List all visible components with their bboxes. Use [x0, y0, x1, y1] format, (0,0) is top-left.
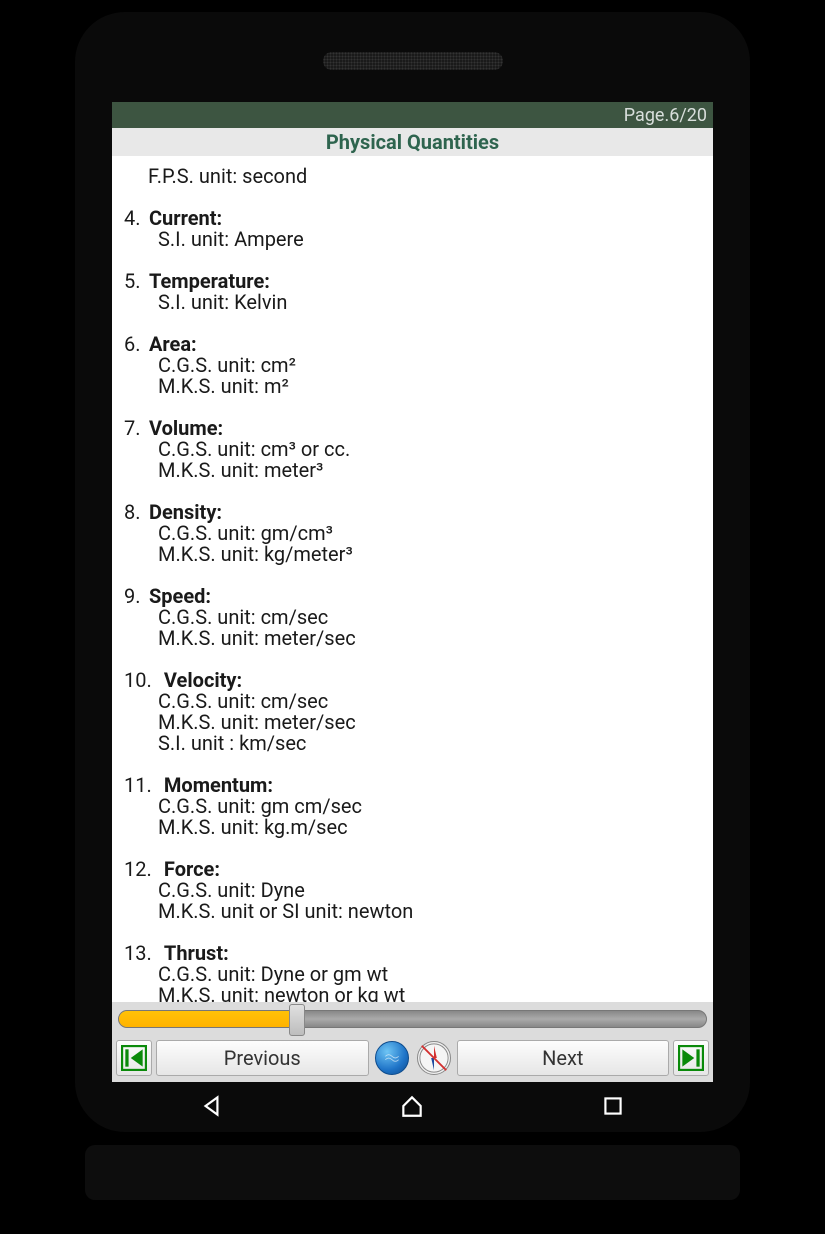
- entry-line: C.G.S. unit: cm/sec: [124, 607, 709, 628]
- slider-fill: [119, 1011, 295, 1027]
- content-area[interactable]: F.P.S. unit: second 4. Current:S.I. unit…: [112, 156, 713, 1002]
- skip-previous-icon: [121, 1045, 147, 1071]
- entry-line: M.K.S. unit: meter³: [124, 460, 709, 481]
- entry-number: 4.: [124, 208, 144, 229]
- entry-line: C.G.S. unit: Dyne or gm wt: [124, 964, 709, 985]
- content-entry: 12. Force:C.G.S. unit: DyneM.K.S. unit o…: [124, 859, 709, 922]
- shadow-decoration: [85, 1145, 740, 1200]
- entry-line: C.G.S. unit: cm³ or cc.: [124, 439, 709, 460]
- entry-line: S.I. unit: Ampere: [124, 229, 709, 250]
- back-button[interactable]: [199, 1093, 225, 1123]
- entry-number: 11.: [124, 775, 154, 796]
- entry-header: 10. Velocity:: [124, 670, 709, 691]
- entry-number: 12.: [124, 859, 154, 880]
- entry-line: C.G.S. unit: cm/sec: [124, 691, 709, 712]
- entry-header: 11. Momentum:: [124, 775, 709, 796]
- content-entry: 13. Thrust:C.G.S. unit: Dyne or gm wtM.K…: [124, 943, 709, 1002]
- entry-number: 8.: [124, 502, 144, 523]
- entry-number: 10.: [124, 670, 154, 691]
- page-indicator: Page.6/20: [624, 105, 707, 126]
- entry-line: M.K.S. unit: meter/sec: [124, 628, 709, 649]
- square-recent-icon: [600, 1093, 626, 1119]
- entry-number: 7.: [124, 418, 144, 439]
- previous-button[interactable]: Previous: [156, 1040, 369, 1076]
- entry-header: 6. Area:: [124, 334, 709, 355]
- content-entry: 9. Speed:C.G.S. unit: cm/secM.K.S. unit:…: [124, 586, 709, 649]
- content-entry: 11. Momentum:C.G.S. unit: gm cm/secM.K.S…: [124, 775, 709, 838]
- home-icon: [399, 1093, 425, 1119]
- entry-line: C.G.S. unit: Dyne: [124, 880, 709, 901]
- app-screen: Page.6/20 Physical Quantities F.P.S. uni…: [112, 102, 713, 1082]
- entry-line: M.K.S. unit: m²: [124, 376, 709, 397]
- triangle-back-icon: [199, 1093, 225, 1119]
- phone-speaker: [323, 52, 503, 70]
- skip-next-icon: [678, 1045, 704, 1071]
- entry-header: 12. Force:: [124, 859, 709, 880]
- entry-header: 8. Density:: [124, 502, 709, 523]
- entry-header: 13. Thrust:: [124, 943, 709, 964]
- entry-header: 5. Temperature:: [124, 271, 709, 292]
- globe-shape-icon: [382, 1048, 402, 1068]
- phone-frame: Page.6/20 Physical Quantities F.P.S. uni…: [75, 12, 750, 1132]
- content-entry: 6. Area:C.G.S. unit: cm²M.K.S. unit: m²: [124, 334, 709, 397]
- recent-apps-button[interactable]: [600, 1093, 626, 1123]
- content-line: F.P.S. unit: second: [124, 166, 709, 187]
- entry-number: 6.: [124, 334, 144, 355]
- entry-line: S.I. unit : km/sec: [124, 733, 709, 754]
- content-entry: 7. Volume:C.G.S. unit: cm³ or cc.M.K.S. …: [124, 418, 709, 481]
- entry-number: 9.: [124, 586, 144, 607]
- slider-thumb[interactable]: [289, 1004, 305, 1036]
- entry-header: 7. Volume:: [124, 418, 709, 439]
- home-button[interactable]: [399, 1093, 425, 1123]
- nav-row: Previous Next: [116, 1038, 709, 1078]
- entry-line: M.K.S. unit: meter/sec: [124, 712, 709, 733]
- compass-icon[interactable]: [417, 1041, 451, 1075]
- entry-line: M.K.S. unit: kg/meter³: [124, 544, 709, 565]
- entry-header: 9. Speed:: [124, 586, 709, 607]
- entry-header: 4. Current:: [124, 208, 709, 229]
- android-nav-bar: [112, 1087, 713, 1129]
- bottom-panel: Previous Next: [112, 1002, 713, 1082]
- globe-icon[interactable]: [375, 1041, 409, 1075]
- progress-slider[interactable]: [118, 1010, 707, 1028]
- entry-line: C.G.S. unit: gm cm/sec: [124, 796, 709, 817]
- entry-line: M.K.S. unit: newton or kg wt: [124, 985, 709, 1002]
- next-button[interactable]: Next: [457, 1040, 670, 1076]
- content-entry: 5. Temperature:S.I. unit: Kelvin: [124, 271, 709, 313]
- entry-number: 5.: [124, 271, 144, 292]
- content-entry: 8. Density:C.G.S. unit: gm/cm³M.K.S. uni…: [124, 502, 709, 565]
- first-page-button[interactable]: [116, 1040, 152, 1076]
- last-page-button[interactable]: [673, 1040, 709, 1076]
- entry-line: M.K.S. unit: kg.m/sec: [124, 817, 709, 838]
- page-title: Physical Quantities: [112, 128, 713, 156]
- compass-shape-icon: [418, 1041, 450, 1075]
- content-entry: 4. Current:S.I. unit: Ampere: [124, 208, 709, 250]
- status-bar: Page.6/20: [112, 102, 713, 128]
- entry-number: 13.: [124, 943, 154, 964]
- content-entry: 10. Velocity:C.G.S. unit: cm/secM.K.S. u…: [124, 670, 709, 754]
- entry-line: C.G.S. unit: gm/cm³: [124, 523, 709, 544]
- entry-line: S.I. unit: Kelvin: [124, 292, 709, 313]
- entry-line: C.G.S. unit: cm²: [124, 355, 709, 376]
- entry-line: M.K.S. unit or SI unit: newton: [124, 901, 709, 922]
